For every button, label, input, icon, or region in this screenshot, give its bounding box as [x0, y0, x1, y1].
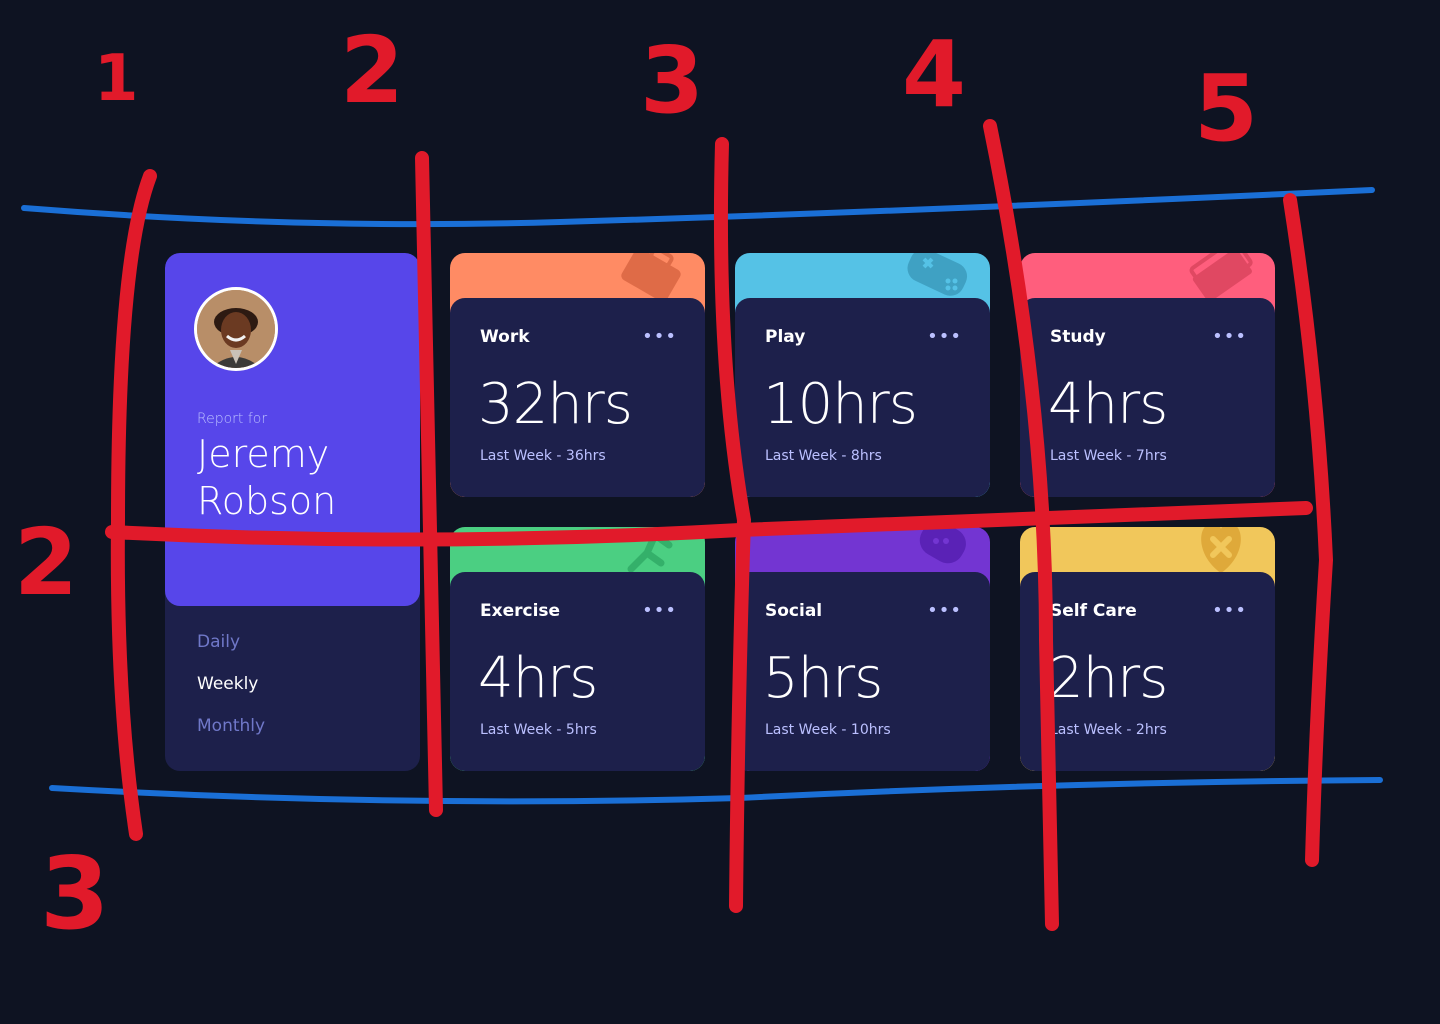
activity-panel[interactable]: Work ••• 32hrs Last Week - 36hrs [450, 298, 705, 497]
period-monthly[interactable]: Monthly [197, 715, 265, 757]
report-for-label: Report for [197, 411, 268, 427]
column-number-2: 2 [340, 17, 404, 124]
activity-title: Exercise [480, 601, 561, 621]
profile-card: Report for Jeremy Robson Daily Weekly Mo… [165, 253, 420, 771]
column-line-1 [110, 169, 157, 841]
activity-card-social: Social ••• 5hrs Last Week - 10hrs [735, 527, 990, 771]
profile-header: Report for Jeremy Robson [165, 253, 420, 606]
activity-card-self-care: Self Care ••• 2hrs Last Week - 2hrs [1020, 527, 1275, 771]
period-daily[interactable]: Daily [197, 631, 265, 673]
activity-title: Work [480, 327, 530, 347]
previous-hours: Last Week - 2hrs [1050, 722, 1167, 738]
previous-hours: Last Week - 5hrs [480, 722, 597, 738]
row-line-top [21, 187, 1375, 228]
avatar [194, 287, 278, 371]
column-number-4: 4 [902, 21, 966, 128]
current-hours: 32hrs [478, 372, 633, 437]
activity-card-work: Work ••• 32hrs Last Week - 36hrs [450, 253, 705, 497]
more-options-icon[interactable]: ••• [642, 600, 677, 621]
previous-hours: Last Week - 10hrs [765, 722, 891, 738]
activity-card-exercise: Exercise ••• 4hrs Last Week - 5hrs [450, 527, 705, 771]
current-hours: 5hrs [763, 646, 883, 711]
previous-hours: Last Week - 8hrs [765, 448, 882, 464]
column-number-1: 1 [94, 42, 139, 116]
more-options-icon[interactable]: ••• [1212, 600, 1247, 621]
row-number-2: 2 [14, 509, 78, 616]
more-options-icon[interactable]: ••• [1212, 326, 1247, 347]
activity-panel[interactable]: Self Care ••• 2hrs Last Week - 2hrs [1020, 572, 1275, 771]
activity-panel[interactable]: Play ••• 10hrs Last Week - 8hrs [735, 298, 990, 497]
activity-title: Play [765, 327, 806, 347]
current-hours: 2hrs [1048, 646, 1168, 711]
more-options-icon[interactable]: ••• [927, 326, 962, 347]
activity-title: Self Care [1050, 601, 1137, 621]
more-options-icon[interactable]: ••• [927, 600, 962, 621]
period-weekly[interactable]: Weekly [197, 673, 265, 715]
current-hours: 4hrs [1048, 372, 1168, 437]
activity-panel[interactable]: Study ••• 4hrs Last Week - 7hrs [1020, 298, 1275, 497]
activity-card-study: Study ••• 4hrs Last Week - 7hrs [1020, 253, 1275, 497]
period-selector: Daily Weekly Monthly [197, 631, 265, 757]
more-options-icon[interactable]: ••• [642, 326, 677, 347]
column-line-4 [983, 119, 1059, 931]
previous-hours: Last Week - 7hrs [1050, 448, 1167, 464]
row-line-bottom [49, 777, 1383, 805]
row-number-3: 3 [40, 835, 110, 952]
column-number-5: 5 [1194, 55, 1258, 162]
activity-panel[interactable]: Social ••• 5hrs Last Week - 10hrs [735, 572, 990, 771]
activity-card-play: Play ••• 10hrs Last Week - 8hrs [735, 253, 990, 497]
column-line-2 [415, 151, 443, 817]
current-hours: 4hrs [478, 646, 598, 711]
column-line-5 [1283, 193, 1334, 867]
activity-title: Social [765, 601, 823, 621]
previous-hours: Last Week - 36hrs [480, 448, 606, 464]
user-name: Jeremy Robson [197, 432, 337, 523]
column-number-3: 3 [640, 27, 704, 134]
activity-panel[interactable]: Exercise ••• 4hrs Last Week - 5hrs [450, 572, 705, 771]
current-hours: 10hrs [763, 372, 918, 437]
activity-title: Study [1050, 327, 1106, 347]
